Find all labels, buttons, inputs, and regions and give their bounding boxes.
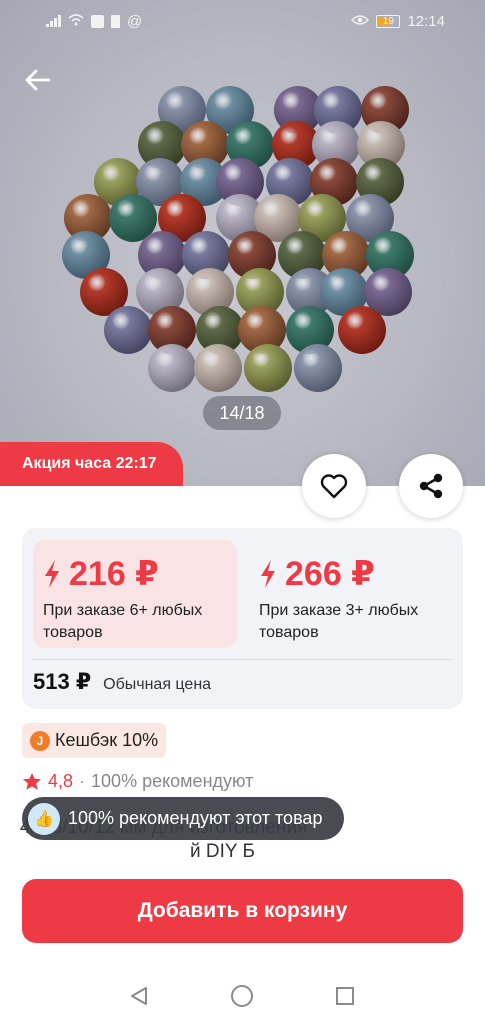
rating-separator: · [79, 771, 86, 791]
bead [194, 344, 242, 392]
regular-price-label: Обычная цена [103, 676, 212, 693]
tier-price: 216 ₽ [69, 555, 159, 593]
cashback-badge[interactable]: J Кешбэк 10% [22, 723, 167, 758]
clock: 12:14 [407, 12, 445, 30]
regular-price-row: 513 ₽ Обычная цена [33, 669, 211, 695]
square-recents-icon [336, 987, 354, 1005]
sim-icon [111, 14, 120, 28]
bead [244, 344, 292, 392]
battery-icon: 19 [376, 14, 401, 28]
nav-recents-button[interactable] [331, 982, 359, 1010]
nav-home-button[interactable] [228, 982, 256, 1010]
add-to-cart-button[interactable]: Добавить в корзину [22, 879, 463, 943]
tier-price: 266 ₽ [285, 555, 375, 593]
tier-condition: При заказе 6+ любых товаров [43, 602, 203, 641]
rating-row[interactable]: 4,8 · 100% рекомендуют [22, 771, 253, 792]
status-right-icons: 19 12:14 [351, 13, 445, 30]
signal-icon [46, 15, 61, 27]
bead [294, 344, 342, 392]
gallery-counter: 14/18 [203, 396, 281, 430]
price-card: 216 ₽ При заказе 6+ любых товаров 266 ₽ … [22, 528, 463, 709]
share-icon [419, 473, 443, 499]
back-button[interactable] [20, 62, 56, 98]
tier-condition: При заказе 3+ любых товаров [259, 602, 419, 641]
heart-icon [320, 474, 348, 499]
system-nav-bar [0, 964, 485, 1024]
price-tier-6plus[interactable]: 216 ₽ При заказе 6+ любых товаров [33, 540, 237, 648]
card-divider [32, 659, 453, 660]
eye-comfort-icon [351, 13, 370, 30]
cashback-coin-icon: J [30, 730, 50, 751]
star-icon [23, 773, 41, 790]
promo-timer-badge: Акция часа 22:17 [0, 442, 183, 486]
tier-price-row: 216 ₽ [43, 554, 227, 594]
battery-level: 19 [382, 15, 395, 27]
regular-price: 513 ₽ [33, 669, 92, 694]
rating-value: 4,8 [48, 771, 74, 791]
thumbs-up-icon: 👍 [28, 802, 60, 835]
status-left-icons: @ [46, 13, 142, 30]
bead [338, 306, 386, 354]
share-button[interactable] [399, 454, 463, 518]
bolt-icon [45, 560, 59, 588]
bolt-icon [261, 560, 275, 588]
favorite-button[interactable] [302, 454, 366, 518]
back-arrow-icon [25, 69, 51, 91]
bead [148, 344, 196, 392]
tier-price-row: 266 ₽ [259, 554, 443, 594]
recommend-toast: 👍 100% рекомендуют этот товар [22, 797, 345, 840]
status-bar: @ 19 12:14 [0, 0, 485, 42]
recommend-rate: 100% рекомендуют [91, 771, 254, 791]
music-app-icon [91, 14, 104, 28]
cashback-label: Кешбэк 10% [55, 730, 159, 750]
bead [104, 306, 152, 354]
price-tier-3plus[interactable]: 266 ₽ При заказе 3+ любых товаров [249, 540, 453, 648]
wifi-icon [68, 13, 84, 30]
toast-text: 100% рекомендуют этот товар [68, 808, 323, 828]
circle-home-icon [231, 985, 253, 1007]
triangle-back-icon [131, 987, 147, 1005]
nav-back-button[interactable] [125, 982, 153, 1010]
product-title-line2: й DIY Б [190, 841, 255, 858]
notification-icon: @ [127, 12, 143, 30]
